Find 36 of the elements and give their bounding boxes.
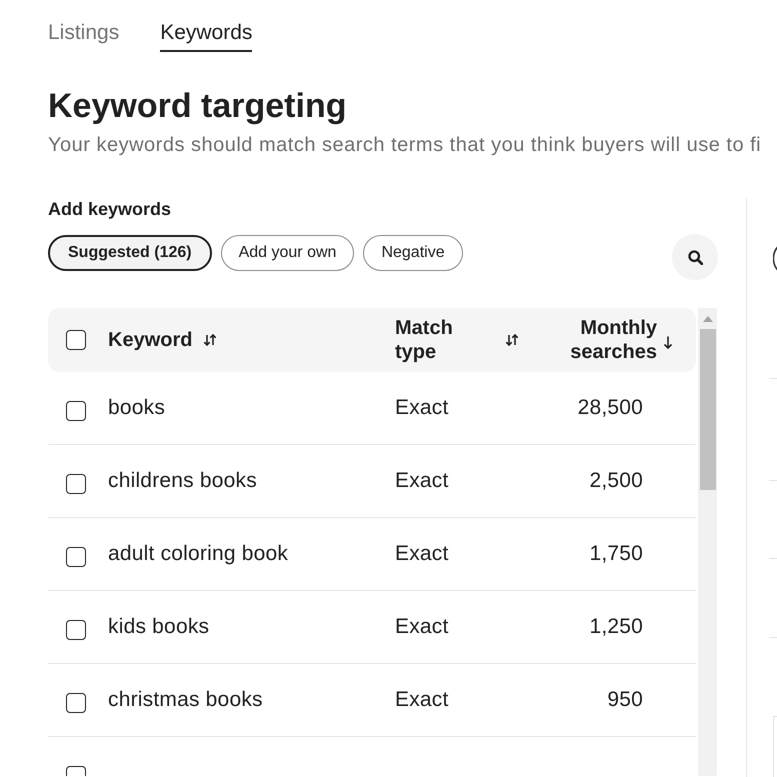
select-all-checkbox[interactable] [66,330,86,350]
keyword-cell: christmas books [108,688,263,711]
search-button[interactable] [672,234,718,280]
keyword-cell: adult coloring book [108,542,288,565]
filter-chip[interactable]: Negative [363,235,463,271]
monthly-searches-cell: 1,750 [589,542,643,565]
keyword-cell: books [108,396,166,419]
scrollbar[interactable] [698,308,717,776]
match-type-cell: Exact [395,542,449,565]
row-checkbox[interactable] [66,546,86,566]
scrollbar-thumb[interactable] [700,329,716,490]
column-header[interactable]: Match type [395,316,519,364]
match-type-cell: Exact [395,396,449,419]
row-checkbox[interactable] [66,692,86,712]
monthly-searches-cell: 1,250 [589,615,643,638]
tab[interactable]: Keywords [160,21,252,52]
row-checkbox[interactable] [66,400,86,420]
column-header[interactable]: Monthly searches [565,316,673,364]
match-type-cell: Exact [395,469,449,492]
search-icon [688,250,702,264]
monthly-searches-cell: 950 [607,688,643,711]
tab[interactable]: Listings [48,21,120,52]
filter-chip[interactable]: Add your own [220,235,354,271]
monthly-searches-cell: 28,500 [578,396,643,419]
filter-chip[interactable]: Suggested (126) [48,235,212,271]
section-label: Add keywords [48,198,172,220]
monthly-searches-cell: 2,500 [589,469,643,492]
match-type-cell: Exact [395,615,449,638]
match-type-cell: Exact [395,688,449,711]
column-header[interactable]: Keyword [108,328,218,352]
keyword-cell: kids books [108,615,210,638]
keyword-cell: childrens books [108,469,257,492]
row-checkbox[interactable] [66,620,86,640]
page-subtitle: Your keywords should match search terms that you think buyers will use to fi [48,133,762,157]
row-checkbox[interactable] [66,474,86,494]
page-title: Keyword targeting [48,86,348,126]
